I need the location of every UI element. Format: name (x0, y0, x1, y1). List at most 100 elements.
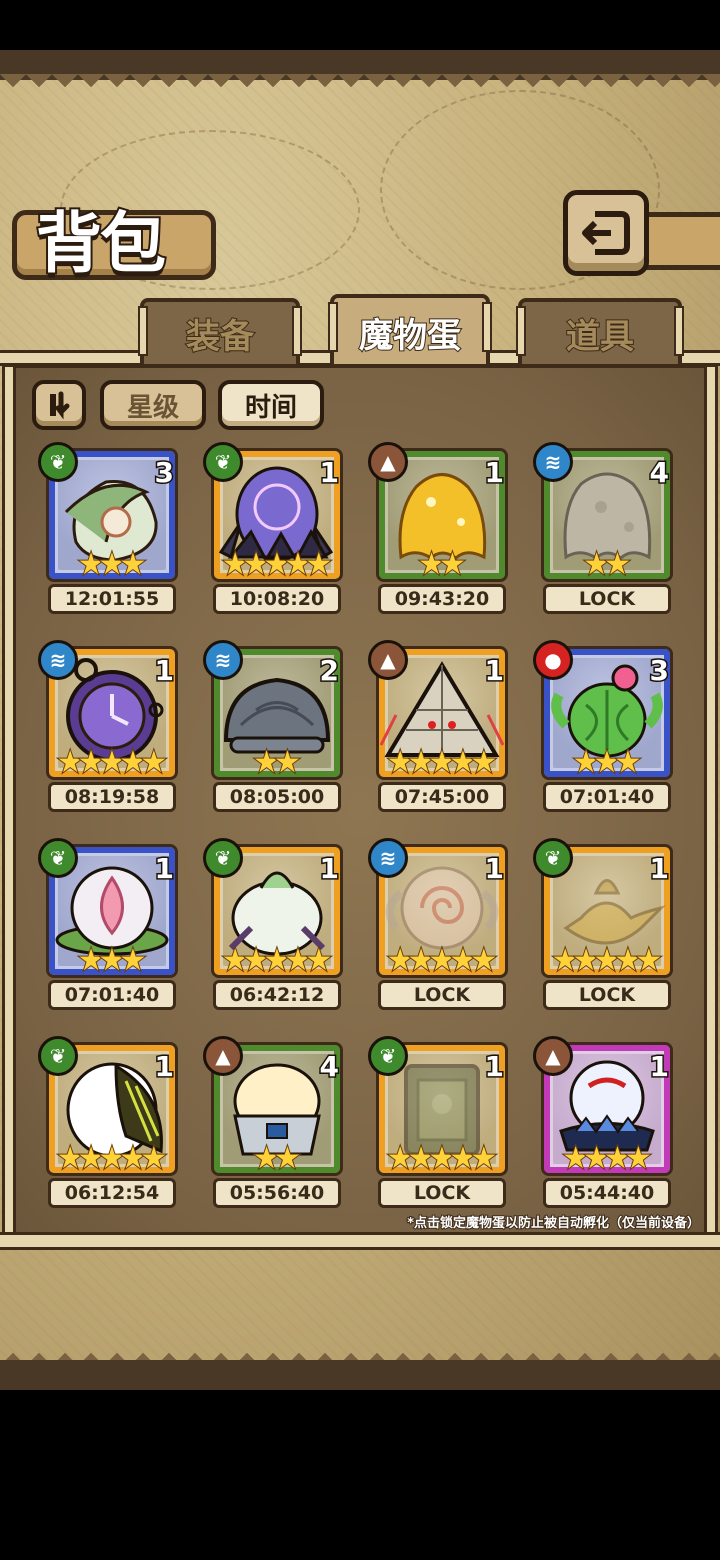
water-element-icon: ≋ (368, 838, 408, 878)
egg-card[interactable]: ▲ 4 ★ ★ 05:56:40 (203, 1036, 345, 1212)
hatch-timer: 06:42:12 (213, 980, 341, 1010)
egg-card[interactable]: ▲ 1 ★ ★ 09:43:20 (368, 442, 510, 618)
earth-element-icon: ▲ (368, 442, 408, 482)
tab-items[interactable]: 道具 (516, 298, 684, 364)
hatch-timer: 09:43:20 (378, 584, 506, 614)
star-icon: ★ (139, 1141, 168, 1176)
star-rating: ★ ★ ★ (541, 746, 673, 780)
tab-equipment[interactable]: 装备 (138, 298, 302, 364)
egg-count: 3 (648, 653, 671, 689)
star-rating: ★ ★ ★ (46, 944, 178, 978)
star-icon: ★ (304, 547, 333, 582)
lock-label: LOCK (378, 980, 506, 1010)
egg-count: 3 (153, 455, 176, 491)
hatch-timer: 08:05:00 (213, 782, 341, 812)
sort-by-star-button[interactable]: 星级 (100, 380, 206, 430)
sort-order-icon (50, 391, 70, 420)
earth-element-icon: ▲ (533, 1036, 573, 1076)
egg-count: 1 (318, 455, 341, 491)
star-rating: ★ ★ ★ (46, 548, 178, 582)
tab-post (328, 302, 338, 352)
earth-element-icon: ▲ (368, 640, 408, 680)
star-rating: ★ ★ (211, 1142, 343, 1176)
star-rating: ★ ★ ★ ★ ★ (541, 944, 673, 978)
tab-post (292, 306, 302, 356)
egg-count: 1 (483, 653, 506, 689)
tab-label: 魔物蛋 (358, 315, 462, 357)
star-rating: ★ ★ (376, 548, 508, 582)
star-rating: ★ ★ ★ ★ ★ (376, 944, 508, 978)
back-arrow-icon (582, 211, 630, 255)
lock-label: LOCK (543, 980, 671, 1010)
hatch-timer: 07:45:00 (378, 782, 506, 812)
egg-card[interactable]: ❦ 1 ★ ★ ★ 07:01:40 (38, 838, 180, 1014)
water-element-icon: ≋ (203, 640, 243, 680)
egg-card[interactable]: ▲ 1 ★ ★ ★ ★ ★ 07:45:00 (368, 640, 510, 816)
star-rating: ★ ★ ★ ★ ★ (46, 1142, 178, 1176)
egg-card[interactable]: ≋ 2 ★ ★ 08:05:00 (203, 640, 345, 816)
star-icon: ★ (304, 943, 333, 978)
egg-count: 1 (483, 455, 506, 491)
egg-card[interactable]: ❦ 3 ★ ★ ★ 12:01:55 (38, 442, 180, 618)
grass-element-icon: ❦ (203, 838, 243, 878)
egg-card[interactable]: ≋ 4 ★ ★ LOCK (533, 442, 675, 618)
page-title: 背包 (34, 202, 168, 284)
hatch-timer: 07:01:40 (48, 980, 176, 1010)
water-element-icon: ≋ (38, 640, 78, 680)
grass-element-icon: ❦ (533, 838, 573, 878)
egg-card[interactable]: ❦ 1 ★ ★ ★ ★ ★ 06:42:12 (203, 838, 345, 1014)
star-icon: ★ (469, 1141, 498, 1176)
star-icon: ★ (438, 547, 467, 582)
back-button[interactable] (563, 190, 649, 276)
egg-card[interactable]: ▲ 1 ★ ★ ★ ★ 05:44:40 (533, 1036, 675, 1212)
egg-count: 1 (648, 1049, 671, 1085)
egg-count: 1 (153, 1049, 176, 1085)
tab-monster-eggs[interactable]: 魔物蛋 (328, 294, 492, 366)
panel-frame-left (2, 364, 16, 1250)
egg-card[interactable]: ● 3 ★ ★ ★ 07:01:40 (533, 640, 675, 816)
grass-element-icon: ❦ (38, 442, 78, 482)
egg-count: 1 (153, 851, 176, 887)
star-icon: ★ (118, 547, 147, 582)
tab-label: 装备 (185, 316, 255, 358)
hatch-timer: 07:01:40 (543, 782, 671, 812)
egg-card[interactable]: ❦ 1 ★ ★ ★ ★ ★ 10:08:20 (203, 442, 345, 618)
sort-order-button[interactable] (32, 380, 86, 430)
top-zigzag-border (0, 74, 720, 100)
star-icon: ★ (273, 745, 302, 780)
hatch-timer: 06:12:54 (48, 1178, 176, 1208)
egg-count: 1 (318, 851, 341, 887)
tab-post (516, 306, 526, 356)
egg-count: 1 (483, 851, 506, 887)
grass-element-icon: ❦ (368, 1036, 408, 1076)
egg-count: 1 (153, 653, 176, 689)
back-plate (640, 212, 720, 270)
egg-card[interactable]: ❦ 1 ★ ★ ★ ★ ★ 06:12:54 (38, 1036, 180, 1212)
earth-element-icon: ▲ (203, 1036, 243, 1076)
hatch-timer: 05:56:40 (213, 1178, 341, 1208)
star-icon: ★ (603, 547, 632, 582)
egg-card[interactable]: ❦ 1 ★ ★ ★ ★ ★ LOCK (533, 838, 675, 1014)
star-icon: ★ (273, 1141, 302, 1176)
panel-bottom-rail (0, 1232, 720, 1250)
star-rating: ★ ★ ★ ★ ★ (46, 746, 178, 780)
star-rating: ★ ★ ★ ★ (541, 1142, 673, 1176)
star-icon: ★ (613, 745, 642, 780)
tab-post (138, 306, 148, 356)
star-rating: ★ ★ ★ ★ ★ (211, 944, 343, 978)
sort-by-time-button[interactable]: 时间 (218, 380, 324, 430)
star-rating: ★ ★ ★ ★ ★ (376, 1142, 508, 1176)
star-icon: ★ (634, 943, 663, 978)
egg-card[interactable]: ❦ 1 ★ ★ ★ ★ ★ LOCK (368, 1036, 510, 1212)
tab-post (674, 306, 684, 356)
grass-element-icon: ❦ (38, 838, 78, 878)
hatch-timer: 10:08:20 (213, 584, 341, 614)
egg-card[interactable]: ≋ 1 ★ ★ ★ ★ ★ LOCK (368, 838, 510, 1014)
star-icon: ★ (624, 1141, 653, 1176)
egg-count: 4 (318, 1049, 341, 1085)
panel-frame-right (704, 364, 718, 1250)
egg-count: 1 (483, 1049, 506, 1085)
hatch-timer: 05:44:40 (543, 1178, 671, 1208)
egg-card[interactable]: ≋ 1 ★ ★ ★ ★ ★ 08:19:58 (38, 640, 180, 816)
lock-hint-text: *点击锁定魔物蛋以防止被自动孵化（仅当前设备） (406, 1215, 701, 1232)
